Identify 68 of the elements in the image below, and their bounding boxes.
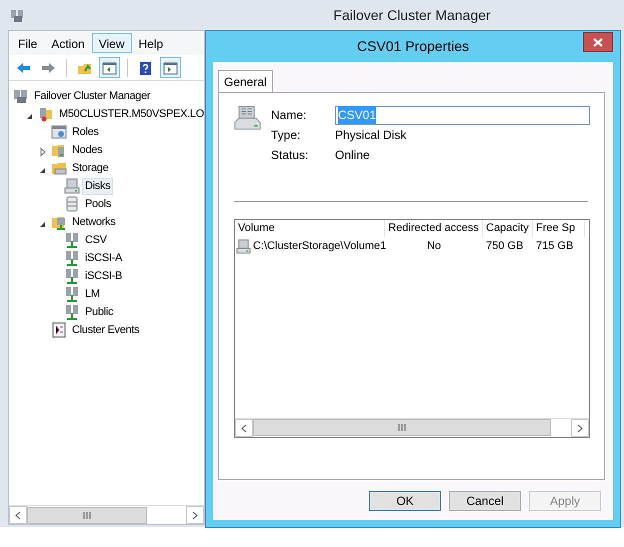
cluster-icon (13, 88, 29, 104)
field-label: Name: (271, 107, 308, 124)
column-header[interactable]: Free Sp (533, 220, 585, 237)
event-log-icon (51, 322, 67, 338)
tree-item[interactable]: Nodes (69, 142, 106, 158)
storage-folder-icon (51, 160, 67, 176)
close-icon (593, 38, 603, 46)
menu-item[interactable]: File (11, 33, 44, 53)
network-icon (64, 286, 80, 302)
tree-item[interactable]: Cluster Events (69, 322, 142, 338)
column-header[interactable]: Redirected access (385, 220, 483, 237)
tree-item[interactable]: Public (82, 304, 116, 320)
menu-item[interactable]: Action (44, 33, 92, 53)
table-cell-text: 715 GB (536, 238, 574, 254)
column-header[interactable]: Capacity (483, 220, 533, 237)
action-pane-button[interactable] (160, 57, 181, 78)
column-header[interactable]: Volume (235, 220, 385, 237)
console-tree-icon (101, 60, 118, 78)
tree-item[interactable]: iSCSI-A (82, 250, 126, 266)
tree-item[interactable]: Failover Cluster Manager (31, 88, 154, 104)
menu-item[interactable]: View (92, 33, 132, 53)
table-cell-text: C:\ClusterStorage\Volume1 (253, 238, 386, 254)
network-icon (64, 268, 80, 284)
scrollbar-thumb[interactable] (253, 419, 551, 436)
window-title: Failover Cluster Manager (333, 6, 491, 22)
menu-item[interactable]: Help (132, 33, 170, 53)
network-folder-icon (51, 214, 67, 230)
field-label: Status: (271, 147, 310, 164)
scroll-right-button[interactable] (186, 506, 204, 524)
tree-item[interactable]: Roles (69, 124, 102, 140)
dialog-title: CSV01 Properties (356, 37, 470, 56)
field-value: Physical Disk (335, 127, 406, 144)
network-icon (64, 304, 80, 320)
scroll-left-button[interactable] (235, 419, 253, 437)
cluster-app-icon (10, 8, 25, 23)
network-icon (64, 232, 80, 248)
chevron-left-icon (15, 510, 21, 520)
tree-item[interactable]: Disks (82, 178, 114, 194)
table-cell-text: 750 GB (486, 238, 524, 254)
chevron-right-icon (577, 424, 583, 432)
dialog-button[interactable]: OK (369, 491, 441, 511)
field-value: Online (335, 147, 370, 164)
tree-item[interactable]: Networks (69, 214, 118, 230)
tree-item[interactable]: CSV (82, 232, 110, 248)
server-folder-icon (51, 142, 67, 158)
scroll-left-button[interactable] (9, 506, 27, 524)
network-icon (64, 250, 80, 266)
tree-item[interactable]: Storage (69, 160, 112, 176)
tree-item[interactable]: Pools (82, 196, 114, 212)
storage-pool-icon (64, 196, 80, 212)
roles-icon (51, 124, 67, 140)
field-label: Type: (271, 127, 302, 144)
tree-item[interactable]: iSCSI-B (82, 268, 126, 284)
dialog-button[interactable]: Cancel (449, 491, 521, 511)
scrollbar-thumb[interactable] (27, 506, 147, 524)
close-button[interactable] (583, 32, 613, 52)
tree-item[interactable]: LM (82, 286, 103, 302)
chevron-right-icon (192, 510, 198, 520)
disk-icon (64, 178, 80, 194)
help-icon (137, 60, 154, 78)
action-pane-icon (162, 60, 179, 78)
cluster-icon (38, 106, 54, 122)
scroll-right-button[interactable] (571, 419, 589, 437)
tree-item[interactable]: M50CLUSTER.M50VSPEX.LO (56, 106, 208, 122)
tab[interactable]: General (218, 70, 273, 93)
table-cell-text: No (426, 238, 442, 254)
chevron-left-icon (241, 424, 247, 432)
console-tree-button[interactable] (99, 57, 120, 78)
